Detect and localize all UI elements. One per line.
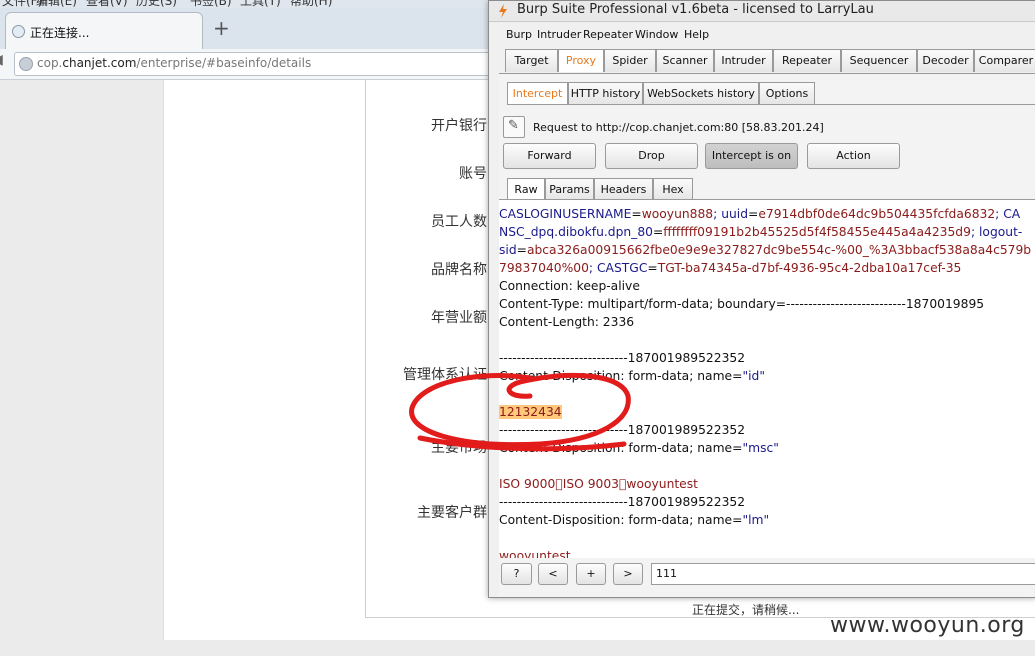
bmenu-intruder[interactable]: Intruder — [537, 28, 581, 41]
tab-scanner[interactable]: Scanner — [656, 49, 714, 72]
submit-status: 正在提交，请稍候... — [692, 603, 800, 617]
cookie-line-3: sid=abca326a00915662fbe0e9e9e327827dc9be… — [499, 243, 1032, 257]
tab-intruder[interactable]: Intruder — [714, 49, 773, 72]
cookie-line-1: CASLOGINUSERNAME=wooyun888; uuid=e7914db… — [499, 207, 1021, 221]
bmenu-window[interactable]: Window — [635, 28, 678, 41]
label-customers: 主要客户群 — [417, 505, 487, 521]
viewtab-raw[interactable]: Raw — [507, 178, 545, 200]
burp-window: Burp Suite Professional v1.6beta - licen… — [488, 0, 1035, 598]
viewtab-params[interactable]: Params — [545, 178, 594, 200]
menu-help[interactable]: 帮助(H) — [290, 0, 332, 8]
label-market: 主要市场 — [431, 440, 487, 456]
request-info: Request to http://cop.chanjet.com:80 [58… — [533, 121, 824, 134]
subtab-http-history[interactable]: HTTP history — [568, 82, 643, 104]
label-bank: 开户银行 — [431, 118, 487, 134]
next-match-button[interactable]: > — [613, 563, 643, 585]
browser-tab[interactable]: 正在连接... — [5, 12, 203, 49]
id-value: 12132434 — [499, 405, 562, 419]
label-certification: 管理体系认证 — [403, 367, 487, 383]
pencil-icon: ✎ — [508, 118, 519, 133]
action-button[interactable]: Action — [807, 143, 900, 169]
intercept-toggle[interactable]: Intercept is on — [705, 143, 798, 169]
subtab-websockets-history[interactable]: WebSockets history — [643, 82, 759, 104]
header-connection: Connection: keep-alive — [499, 279, 640, 293]
forward-button[interactable]: Forward — [503, 143, 596, 169]
burp-logo-icon — [499, 4, 507, 18]
site-identity-icon[interactable] — [19, 57, 33, 71]
search-value: 111 — [656, 567, 677, 580]
browser-navbar: ◀ cop.chanjet.com/enterprise/#baseinfo/d… — [0, 49, 500, 80]
msc-value: ISO 9000 ISO 9003 wooyuntest — [499, 477, 698, 491]
viewtab-headers[interactable]: Headers — [594, 178, 653, 200]
label-employees: 员工人数 — [431, 214, 487, 230]
bmenu-repeater[interactable]: Repeater — [583, 28, 633, 41]
header-content-type: Content-Type: multipart/form-data; bound… — [499, 297, 985, 311]
burp-menubar: Burp Intruder Repeater Window Help — [489, 23, 1035, 45]
url-bar[interactable]: cop.chanjet.com/enterprise/#baseinfo/det… — [14, 52, 495, 76]
new-tab-button[interactable]: + — [213, 16, 230, 40]
browser-menubar: 文件(F) 编辑(E) 查看(V) 历史(S) 书签(B) 工具(T) 帮助(H… — [0, 0, 500, 8]
help-button[interactable]: ? — [501, 563, 532, 585]
tab-comparer[interactable]: Comparer — [974, 49, 1035, 72]
menu-bookmarks[interactable]: 书签(B) — [190, 0, 232, 8]
drop-button[interactable]: Drop — [605, 143, 698, 169]
viewtab-hex[interactable]: Hex — [653, 178, 693, 200]
menu-history[interactable]: 历史(S) — [136, 0, 177, 8]
back-arrow-icon[interactable]: ◀ — [0, 52, 8, 74]
tab-proxy[interactable]: Proxy — [558, 49, 604, 72]
menu-edit[interactable]: 编辑(E) — [36, 0, 77, 8]
watermark: www.wooyun.org — [830, 613, 1025, 638]
tab-repeater[interactable]: Repeater — [773, 49, 841, 72]
boundary-line-1: -----------------------------18700198952… — [499, 351, 746, 365]
cookie-line-4: 79837040%00; CASTGC=TGT-ba74345a-d7bf-49… — [499, 261, 962, 275]
tab-decoder[interactable]: Decoder — [917, 49, 974, 72]
label-account: 账号 — [459, 166, 487, 182]
burp-title: Burp Suite Professional v1.6beta - licen… — [517, 2, 874, 17]
globe-icon — [12, 25, 25, 38]
disposition-msc: Content-Disposition: form-data; name="ms… — [499, 441, 779, 455]
raw-request-editor[interactable]: CASLOGINUSERNAME=wooyun888; uuid=e7914db… — [499, 200, 1035, 558]
subtab-options[interactable]: Options — [759, 82, 815, 104]
tab-title: 正在连接... — [30, 26, 90, 40]
bmenu-burp[interactable]: Burp — [506, 28, 532, 41]
menu-view[interactable]: 查看(V) — [86, 0, 128, 8]
proxy-panel: Intercept HTTP history WebSockets histor… — [499, 74, 1035, 597]
disposition-id: Content-Disposition: form-data; name="id… — [499, 369, 765, 383]
edit-request-button[interactable]: ✎ — [503, 116, 525, 138]
burp-titlebar[interactable]: Burp Suite Professional v1.6beta - licen… — [489, 1, 1035, 22]
search-input[interactable]: 111 — [651, 563, 1035, 585]
boundary-line-3: -----------------------------18700198952… — [499, 495, 746, 509]
header-content-length: Content-Length: 2336 — [499, 315, 635, 329]
subtabs-divider — [507, 104, 1035, 105]
browser-tabbar: 正在连接... + — [0, 8, 500, 50]
tab-spider[interactable]: Spider — [604, 49, 656, 72]
prev-match-button[interactable]: < — [538, 563, 568, 585]
cookie-line-2: NSC_dpq.dibokfu.dpn_80=ffffffff09191b2b4… — [499, 225, 1023, 239]
url-text[interactable]: cop.chanjet.com/enterprise/#baseinfo/det… — [37, 56, 311, 70]
label-revenue: 年营业额 — [431, 310, 487, 326]
tab-target[interactable]: Target — [505, 49, 558, 72]
bmenu-help[interactable]: Help — [684, 28, 709, 41]
add-button[interactable]: + — [576, 563, 606, 585]
boundary-line-2: -----------------------------18700198952… — [499, 423, 746, 437]
tab-sequencer[interactable]: Sequencer — [841, 49, 917, 72]
lm-value: wooyuntest — [499, 549, 571, 558]
label-brand: 品牌名称 — [431, 262, 487, 278]
search-bar: ? < + > 111 — [499, 560, 1035, 590]
subtab-intercept[interactable]: Intercept — [507, 82, 568, 104]
highlighted-id: 12132434 — [499, 405, 562, 419]
menu-tools[interactable]: 工具(T) — [240, 0, 281, 8]
disposition-lm: Content-Disposition: form-data; name="lm… — [499, 513, 770, 527]
